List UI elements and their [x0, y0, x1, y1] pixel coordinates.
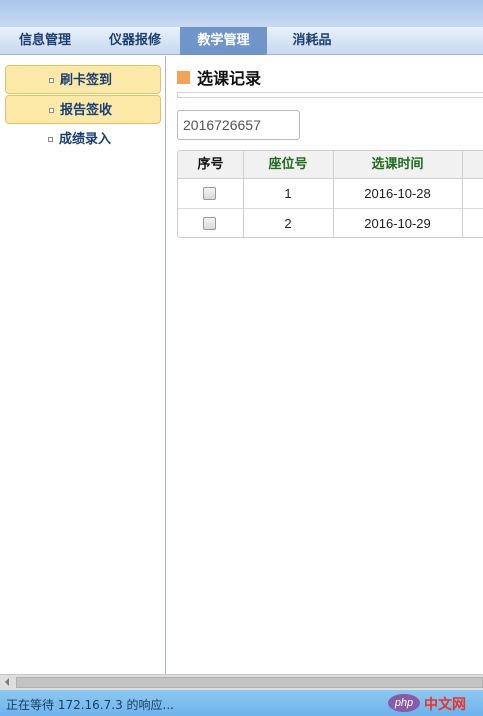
sidebar: 刷卡签到 报告签收 成绩录入: [0, 56, 166, 674]
column-divider: [243, 151, 244, 237]
row-checkbox[interactable]: [203, 187, 216, 200]
column-header-seat: 座位号: [268, 157, 308, 172]
seat-cell: 2: [284, 216, 292, 231]
sidebar-item-label: 报告签收: [60, 103, 113, 118]
sidebar-item-grade-entry[interactable]: 成绩录入: [5, 125, 161, 154]
column-divider: [333, 151, 334, 237]
main-content: 选课记录 序号 座位号 选课时间 1 2016-10-28 2 2016-10-…: [166, 56, 483, 674]
row-checkbox[interactable]: [203, 217, 216, 230]
course-selection-table: 序号 座位号 选课时间 1 2016-10-28 2 2016-10-29: [177, 150, 483, 238]
sidebar-item-label: 成绩录入: [59, 132, 112, 147]
bullet-icon: [49, 78, 54, 83]
horizontal-scrollbar[interactable]: [0, 674, 483, 690]
column-header-index: 序号: [197, 157, 224, 172]
top-banner: [0, 0, 483, 27]
time-cell: 2016-10-28: [364, 186, 431, 201]
tab-teaching-management[interactable]: 教学管理: [180, 27, 267, 55]
table-row: 1 2016-10-28: [178, 179, 483, 209]
bullet-icon: [48, 137, 53, 142]
student-id-input[interactable]: [177, 110, 300, 140]
sidebar-item-card-checkin[interactable]: 刷卡签到: [5, 65, 161, 94]
tab-instrument-repair[interactable]: 仪器报修: [90, 27, 180, 55]
main-nav: 信息管理 仪器报修 教学管理 消耗品: [0, 27, 483, 55]
column-header-time: 选课时间: [371, 157, 424, 172]
bullet-icon: [49, 108, 54, 113]
page-title: 选课记录: [197, 69, 262, 88]
sidebar-item-report-signoff[interactable]: 报告签收: [5, 95, 161, 124]
status-text: 正在等待 172.16.7.3 的响应...: [6, 698, 174, 712]
table-row: 2 2016-10-29: [178, 209, 483, 237]
scroll-left-icon[interactable]: [5, 678, 9, 686]
scroll-thumb[interactable]: [16, 677, 483, 688]
status-bar: 正在等待 172.16.7.3 的响应... php 中文网: [0, 690, 483, 716]
watermark-text: 中文网: [424, 697, 466, 713]
sidebar-item-label: 刷卡签到: [60, 73, 113, 88]
time-cell: 2016-10-29: [364, 216, 431, 231]
section-marker-icon: [177, 71, 190, 84]
php-logo-icon: php: [388, 694, 420, 712]
title-divider: [177, 92, 483, 98]
tab-info-management[interactable]: 信息管理: [0, 27, 90, 55]
tab-consumables[interactable]: 消耗品: [267, 27, 357, 55]
table-header: 序号 座位号 选课时间: [178, 151, 483, 179]
column-divider: [462, 151, 463, 237]
seat-cell: 1: [284, 186, 292, 201]
